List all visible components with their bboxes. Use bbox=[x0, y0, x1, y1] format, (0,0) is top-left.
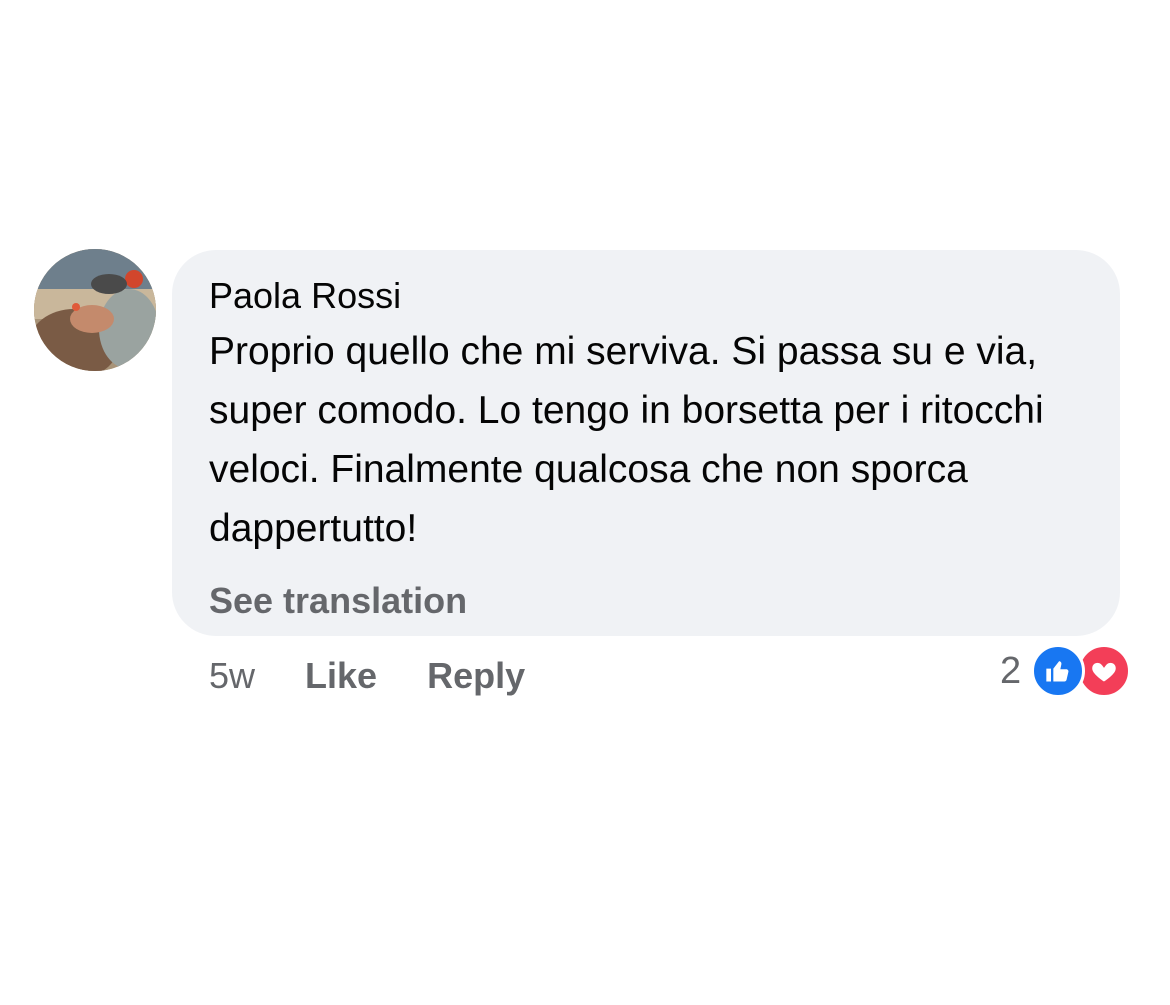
reaction-count: 2 bbox=[1000, 649, 1022, 692]
reply-button[interactable]: Reply bbox=[427, 655, 525, 697]
like-icon bbox=[1031, 644, 1086, 698]
comment-text: Proprio quello che mi serviva. Si passa … bbox=[209, 330, 1044, 550]
love-icon bbox=[1077, 644, 1132, 698]
comment-timestamp[interactable]: 5w bbox=[209, 655, 255, 697]
reactions-summary[interactable]: 2 bbox=[1000, 644, 1132, 698]
avatar-photo bbox=[34, 249, 156, 371]
comment-author[interactable]: Paola Rossi bbox=[209, 274, 1090, 318]
like-button[interactable]: Like bbox=[305, 655, 377, 697]
avatar[interactable] bbox=[34, 249, 156, 371]
see-translation-link[interactable]: See translation bbox=[209, 580, 467, 622]
comment-bubble: Paola Rossi Proprio quello che mi serviv… bbox=[172, 250, 1120, 636]
comment-container: Paola Rossi Proprio quello che mi serviv… bbox=[0, 0, 1170, 1005]
comment-actions: 5w Like Reply bbox=[209, 652, 575, 700]
